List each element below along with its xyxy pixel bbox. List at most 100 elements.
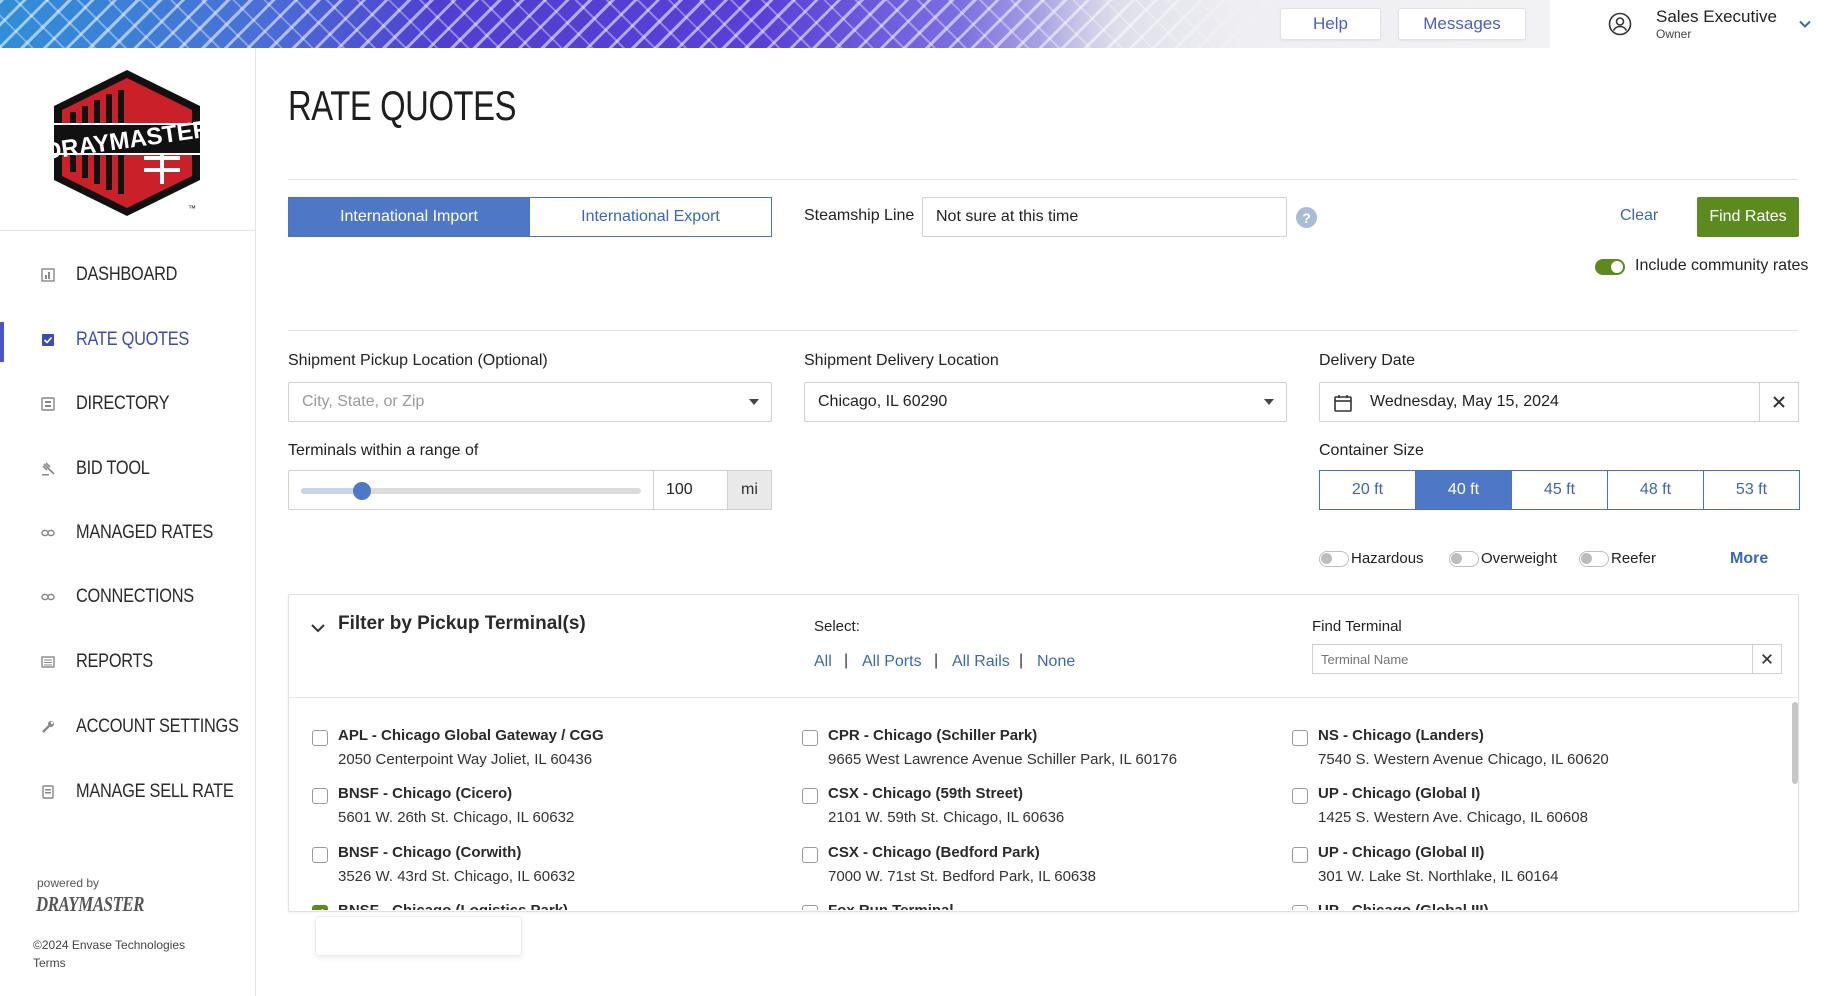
copyright: ©2024 Envase Technologies [33,938,186,952]
terminal-address: 2050 Centerpoint Way Joliet, IL 60436 [338,751,593,768]
find-terminal-label: Find Terminal [1312,618,1402,635]
container-size-48[interactable]: 48 ft [1607,470,1704,510]
terminal-checkbox[interactable] [802,905,818,910]
delivery-date-input[interactable]: Wednesday, May 15, 2024 [1319,382,1760,422]
select-all-rails-link[interactable]: All Rails [952,653,1010,671]
clear-button[interactable]: Clear [1620,207,1658,225]
clear-terminal-search-button[interactable] [1752,644,1782,674]
tab-international-import[interactable]: International Import [288,197,530,237]
user-menu[interactable]: Sales Executive Owner [1600,4,1832,44]
terminal-checkbox[interactable] [802,730,818,746]
terminal-checkbox[interactable] [802,788,818,804]
terminal-checkbox[interactable] [1292,730,1308,746]
container-size-45[interactable]: 45 ft [1511,470,1608,510]
terminal-name: APL - Chicago Global Gateway / CGG [338,727,604,744]
reefer-label: Reefer [1611,550,1657,567]
pickup-location-input[interactable]: City, State, or Zip [288,382,772,422]
calendar-icon [1334,395,1352,412]
overweight-toggle[interactable] [1449,551,1479,567]
container-size-20[interactable]: 20 ft [1319,470,1416,510]
find-rates-button[interactable]: Find Rates [1697,197,1799,237]
range-slider-thumb[interactable] [353,482,372,500]
link-icon [41,593,55,601]
terminal-name: CPR - Chicago (Schiller Park) [828,727,1038,744]
messages-button[interactable]: Messages [1398,8,1526,40]
nav-managed-rates[interactable]: MANAGED RATES [0,511,256,555]
terminal-list: APL - Chicago Global Gateway / CGG 2050 … [288,698,1788,910]
nav-manage-sell-rate[interactable]: MANAGE SELL RATE [0,770,256,814]
nav-dashboard[interactable]: DASHBOARD [0,253,256,297]
terminal-checkbox[interactable] [312,730,328,746]
user-avatar-icon [1608,12,1632,36]
container-size-label: Container Size [1319,442,1424,459]
title-divider [288,179,1798,180]
nav-reports[interactable]: REPORTS [0,640,256,684]
range-miles-input[interactable]: 100 [653,470,728,510]
community-rates-toggle[interactable] [1595,259,1625,275]
container-size-40[interactable]: 40 ft [1415,470,1512,510]
directory-icon [41,397,55,411]
terminal-name: Fox Run Terminal [828,902,954,910]
terminal-checkbox[interactable] [802,847,818,863]
link-icon [41,529,55,537]
help-button[interactable]: Help [1280,8,1381,40]
select-separator: | [844,652,849,669]
nav-account-settings[interactable]: ACCOUNT SETTINGS [0,705,256,749]
terminal-name: UP - Chicago (Global II) [1318,844,1485,861]
terminal-search-input[interactable] [1312,644,1753,674]
terminal-checkbox[interactable] [312,788,328,804]
terminal-checkbox[interactable] [1292,847,1308,863]
terminal-list-inner: APL - Chicago Global Gateway / CGG 2050 … [288,698,1788,910]
terminal-checkbox[interactable] [1292,788,1308,804]
delivery-date-value: Wednesday, May 15, 2024 [1370,393,1559,410]
floating-popup [315,916,522,956]
pickup-location-label: Shipment Pickup Location (Optional) [288,352,548,369]
terminal-checkbox-checked[interactable] [312,905,328,910]
nav-directory-label: DIRECTORY [76,393,170,414]
select-all-ports-link[interactable]: All Ports [862,653,922,671]
chevron-down-icon[interactable] [1798,17,1812,31]
powered-by-label: powered by [37,876,100,890]
chevron-down-icon [749,399,759,405]
tab-international-export[interactable]: International Export [529,197,772,237]
rate-quotes-icon [42,334,54,346]
nav-managed-rates-label: MANAGED RATES [76,522,214,543]
terms-link[interactable]: Terms [33,956,66,970]
gavel-icon [42,462,55,476]
powered-by-logo: DRAYMASTER [36,892,145,916]
terminal-name: BNSF - Chicago (Logistics Park) [338,902,568,910]
select-all-link[interactable]: All [814,653,832,671]
nav-connections[interactable]: CONNECTIONS [0,575,256,619]
chevron-down-icon [1264,399,1274,405]
nav-directory[interactable]: DIRECTORY [0,382,256,426]
checkmark-icon [321,908,324,910]
terminal-address: 3526 W. 43rd St. Chicago, IL 60632 [338,868,576,885]
delivery-location-input[interactable]: Chicago, IL 60290 [804,382,1287,422]
range-slider[interactable] [288,470,654,510]
reefer-toggle[interactable] [1579,551,1609,567]
nav-account-settings-label: ACCOUNT SETTINGS [76,716,239,737]
terminal-name: CSX - Chicago (59th Street) [828,785,1024,802]
chevron-down-icon[interactable] [310,620,326,636]
hazardous-toggle[interactable] [1319,551,1349,567]
steamship-line-input[interactable]: Not sure at this time [922,197,1287,237]
section-divider [288,330,1798,331]
clear-date-button[interactable] [1759,382,1799,422]
sidebar: DRAYMASTER ™ DASHBOARD RATE QUOTES DIREC… [0,48,256,996]
select-none-link[interactable]: None [1037,653,1075,671]
terminal-checkbox[interactable] [312,847,328,863]
nav-connections-label: CONNECTIONS [76,586,194,607]
nav-bid-tool-label: BID TOOL [76,458,150,479]
more-options-link[interactable]: More [1730,550,1768,568]
container-size-53[interactable]: 53 ft [1703,470,1800,510]
nav-bid-tool[interactable]: BID TOOL [0,447,256,491]
filter-panel-title[interactable]: Filter by Pickup Terminal(s) [338,613,586,635]
terminal-name: NS - Chicago (Landers) [1318,727,1484,744]
nav-rate-quotes[interactable]: RATE QUOTES [0,318,256,362]
terminal-list-scrollbar-thumb[interactable] [1792,702,1798,784]
terminal-checkbox[interactable] [1292,905,1308,910]
nav-manage-sell-rate-label: MANAGE SELL RATE [76,781,234,802]
terminal-name: UP - Chicago (Global III) [1318,902,1489,910]
terminal-name: BNSF - Chicago (Corwith) [338,844,522,861]
help-question-icon[interactable]: ? [1296,207,1317,228]
